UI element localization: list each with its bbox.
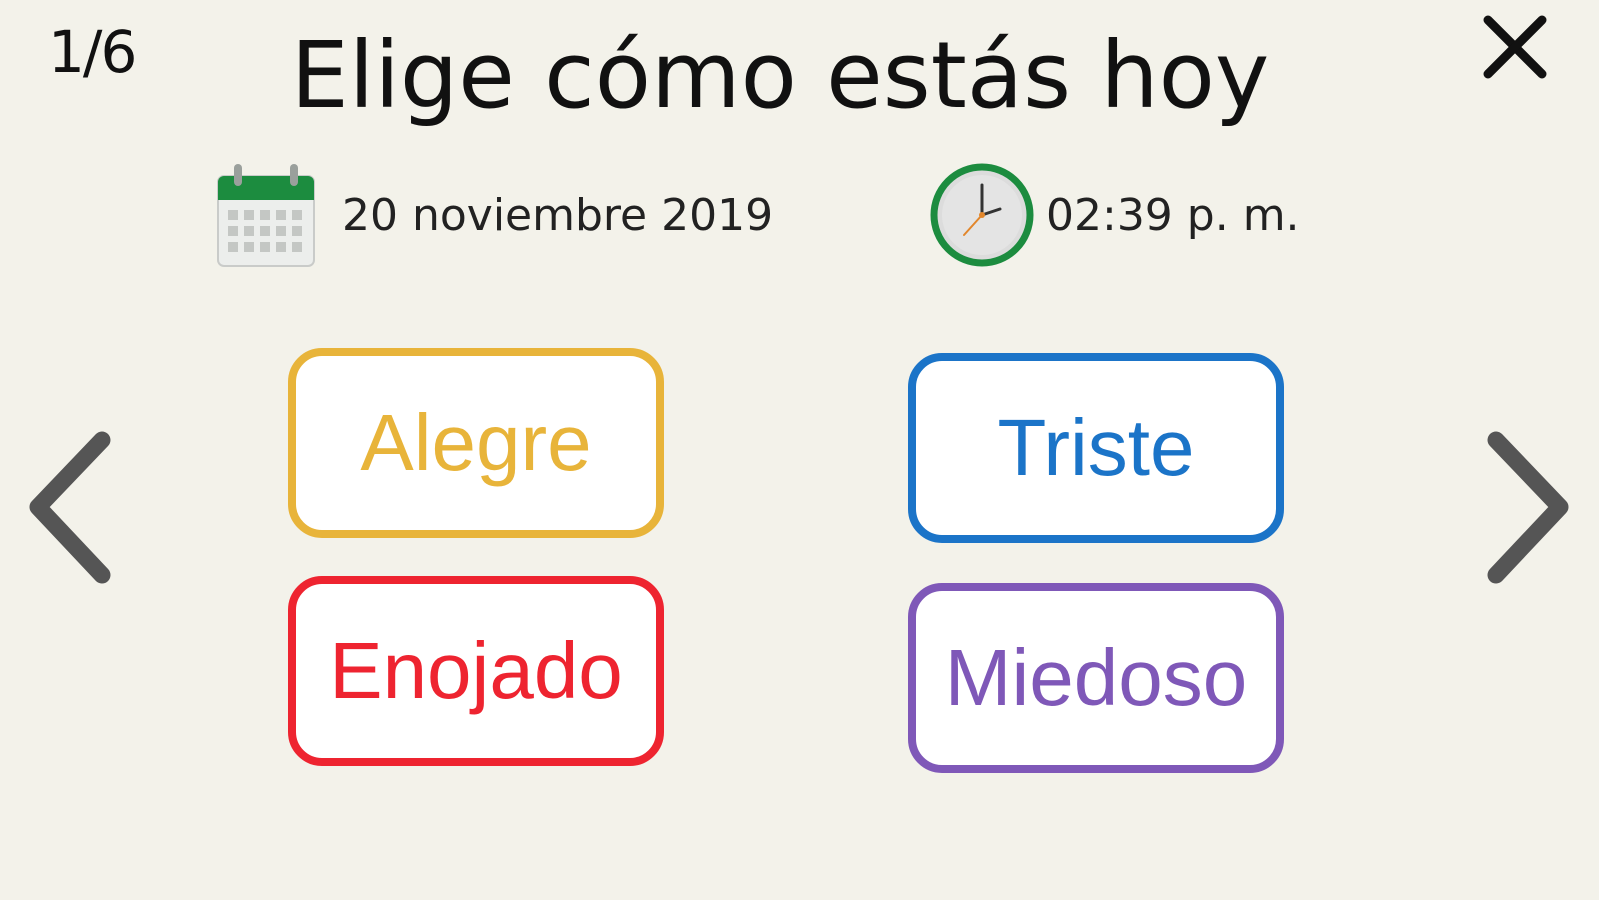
emotion-button-enojado[interactable]: Enojado: [288, 576, 664, 766]
date-info: 20 noviembre 2019: [216, 160, 773, 270]
next-button[interactable]: [1478, 425, 1578, 590]
time-text: 02:39 p. m.: [1046, 189, 1300, 241]
close-icon: [1483, 15, 1547, 79]
time-info: 02:39 p. m.: [928, 160, 1300, 270]
emotion-button-alegre[interactable]: Alegre: [288, 348, 664, 538]
chevron-left-icon: [29, 431, 111, 584]
previous-button[interactable]: [20, 425, 120, 590]
page-title: Elige cómo estás hoy: [290, 22, 1270, 129]
chevron-right-icon: [1487, 431, 1569, 584]
close-button[interactable]: [1480, 12, 1550, 82]
emotion-button-triste[interactable]: Triste: [908, 353, 1284, 543]
date-text: 20 noviembre 2019: [342, 189, 774, 241]
clock-icon: [930, 163, 1034, 267]
calendar-icon: [217, 164, 315, 267]
emotion-button-miedoso[interactable]: Miedoso: [908, 583, 1284, 773]
